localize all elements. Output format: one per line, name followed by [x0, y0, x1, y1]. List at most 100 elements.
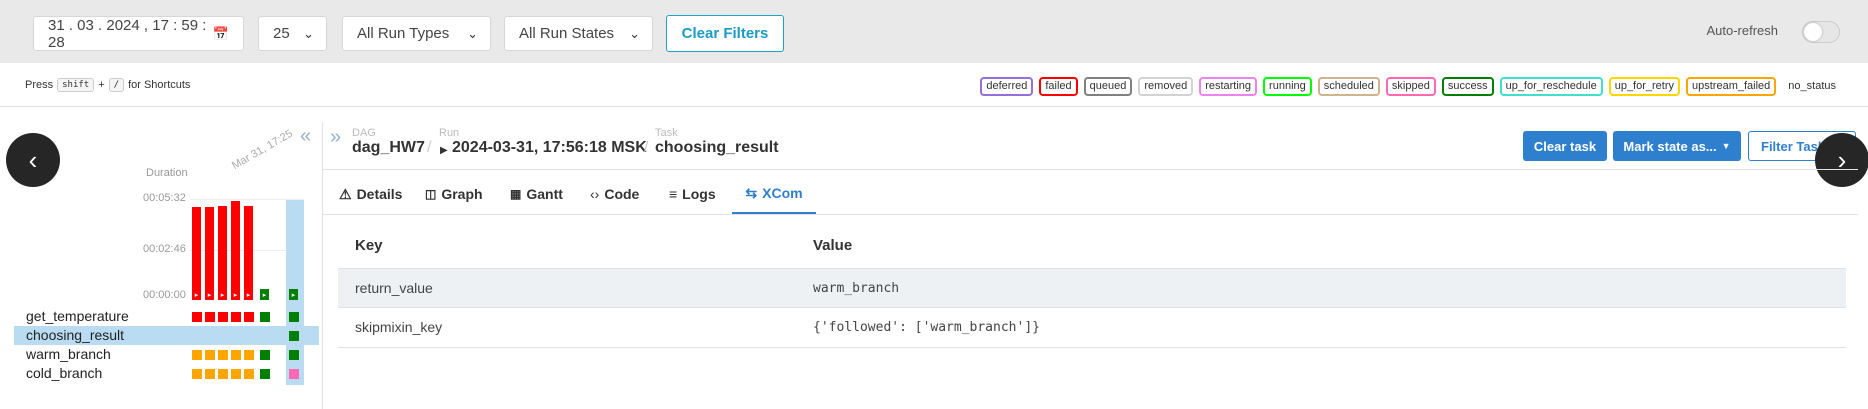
task-row-cold-branch[interactable]: cold_branch: [14, 364, 319, 383]
mark-state-label: Mark state as...: [1623, 138, 1717, 154]
task-instance-cell[interactable]: [244, 350, 254, 360]
duration-tick: 00:05:32: [143, 192, 186, 204]
panel-divider[interactable]: [322, 122, 323, 409]
duration-label: Duration: [146, 167, 188, 179]
mark-state-button[interactable]: Mark state as... ▼: [1613, 131, 1741, 161]
task-instance-cell[interactable]: [218, 369, 228, 379]
task-instance-cell[interactable]: [192, 369, 202, 379]
task-instance-cell[interactable]: [205, 350, 215, 360]
task-instance-cell[interactable]: [289, 369, 299, 379]
task-crumb[interactable]: choosing_result: [655, 139, 779, 157]
task-instance-cell[interactable]: [218, 312, 228, 322]
run-box[interactable]: ▸: [231, 289, 240, 300]
task-instance-cell[interactable]: [244, 369, 254, 379]
task-instance-cell[interactable]: [260, 350, 270, 360]
run-box[interactable]: ▸: [289, 289, 298, 300]
legend-skipped[interactable]: skipped: [1385, 77, 1436, 96]
legend-failed[interactable]: failed: [1039, 77, 1078, 96]
task-instance-cell[interactable]: [231, 350, 241, 360]
run-duration-bar[interactable]: [231, 201, 240, 299]
divider: [0, 106, 1868, 107]
tab-details[interactable]: ⚠ Details: [339, 174, 402, 214]
caret-down-icon: ▼: [1721, 141, 1731, 151]
run-duration-bar[interactable]: [205, 207, 214, 299]
run-box[interactable]: ▸: [205, 289, 214, 300]
task-instance-cell[interactable]: [192, 350, 202, 360]
auto-refresh-toggle[interactable]: [1802, 21, 1840, 43]
task-instance-cell[interactable]: [260, 369, 270, 379]
table-row: return_value warm_branch: [338, 268, 1846, 308]
tab-code[interactable]: ‹› Code: [590, 174, 639, 214]
next-arrow-button[interactable]: ›: [1815, 133, 1868, 187]
tab-label: Code: [604, 186, 640, 202]
shortcuts-plus: +: [98, 79, 105, 91]
legend-queued[interactable]: queued: [1083, 77, 1133, 96]
crumb-separator: /: [644, 139, 649, 156]
column-header-value: Value: [813, 237, 853, 254]
tab-xcom[interactable]: ⇆ XCom: [732, 174, 816, 214]
run-type-value: All Run Types: [357, 25, 450, 42]
task-instance-cell[interactable]: [289, 350, 299, 360]
limit-select[interactable]: 25 ⌄: [258, 16, 327, 51]
tab-label: Logs: [682, 186, 716, 202]
legend-up-for-reschedule[interactable]: up_for_reschedule: [1499, 77, 1603, 96]
run-duration-bar[interactable]: [244, 206, 253, 299]
run-crumb[interactable]: 2024-03-31, 17:56:18 MSK: [452, 139, 647, 157]
tab-label: Gantt: [526, 186, 563, 202]
task-instance-cell[interactable]: [218, 350, 228, 360]
run-box[interactable]: ▸: [192, 289, 201, 300]
task-instance-cell[interactable]: [289, 331, 299, 341]
task-row-get-temperature[interactable]: get_temperature: [14, 307, 319, 326]
duration-tick: 00:00:00: [143, 289, 186, 301]
run-state-value: All Run States: [519, 25, 615, 42]
gantt-icon: ▦: [510, 187, 522, 201]
run-duration-bar[interactable]: [192, 207, 201, 299]
xcom-value: warm_branch: [813, 281, 900, 296]
legend-scheduled[interactable]: scheduled: [1317, 77, 1380, 96]
prev-arrow-button[interactable]: ‹: [6, 133, 60, 187]
collapse-grid-icon[interactable]: «: [300, 125, 311, 148]
tab-graph[interactable]: ◫ Graph: [425, 174, 483, 214]
task-instance-cell[interactable]: [260, 312, 270, 322]
tab-logs[interactable]: ≡ Logs: [669, 174, 716, 214]
task-instance-cell[interactable]: [231, 369, 241, 379]
shortcuts-press: Press: [25, 79, 54, 91]
tab-gantt[interactable]: ▦ Gantt: [510, 174, 563, 214]
auto-refresh-label: Auto-refresh: [1706, 23, 1778, 38]
run-box[interactable]: ▸: [244, 289, 253, 300]
clear-filters-button[interactable]: Clear Filters: [666, 15, 784, 52]
task-instance-cell[interactable]: [244, 312, 254, 322]
task-instance-cell[interactable]: [205, 312, 215, 322]
legend-deferred[interactable]: deferred: [980, 77, 1034, 96]
shift-key: shift: [57, 78, 95, 92]
legend-up-for-retry[interactable]: up_for_retry: [1608, 77, 1681, 96]
crumb-separator: /: [427, 139, 432, 156]
legend-running[interactable]: running: [1263, 77, 1312, 96]
task-row-warm-branch[interactable]: warm_branch: [14, 345, 319, 364]
run-box[interactable]: ▸: [218, 289, 227, 300]
shortcuts-hint: Press shift + / for Shortcuts: [25, 78, 190, 92]
legend-removed[interactable]: removed: [1138, 77, 1194, 96]
run-type-select[interactable]: All Run Types ⌄: [342, 16, 491, 51]
task-instance-cell[interactable]: [231, 312, 241, 322]
run-box[interactable]: ▸: [260, 289, 269, 300]
tab-label: XCom: [762, 185, 803, 201]
legend-restarting[interactable]: restarting: [1199, 77, 1258, 96]
run-duration-bar[interactable]: [218, 206, 227, 299]
datetime-picker[interactable]: 31 . 03 . 2024 , 17 : 59 : 28 📅: [33, 16, 244, 51]
task-instance-cell[interactable]: [205, 369, 215, 379]
tabs-divider: [323, 214, 1858, 215]
task-instance-cell[interactable]: [289, 312, 299, 322]
task-instance-cell[interactable]: [192, 312, 202, 322]
table-row: skipmixin_key {'followed': ['warm_branch…: [338, 308, 1846, 348]
legend-upstream-failed[interactable]: upstream_failed: [1686, 77, 1777, 96]
xcom-key: return_value: [355, 280, 433, 296]
task-row-choosing-result[interactable]: choosing_result: [14, 326, 319, 345]
expand-grid-icon[interactable]: »: [330, 126, 341, 149]
shortcuts-suffix: for Shortcuts: [128, 79, 191, 91]
dag-crumb[interactable]: dag_HW7: [352, 139, 425, 157]
legend-success[interactable]: success: [1441, 77, 1494, 96]
clear-task-button[interactable]: Clear task: [1523, 131, 1607, 161]
run-state-select[interactable]: All Run States ⌄: [504, 16, 653, 51]
legend-no-status[interactable]: no_status: [1782, 77, 1842, 96]
